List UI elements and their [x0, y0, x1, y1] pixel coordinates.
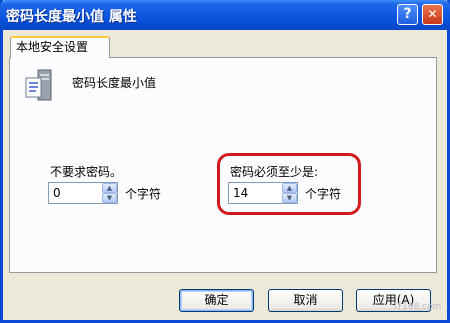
- window-title: 密码长度最小值 属性: [6, 9, 137, 25]
- no-password-label: 不要求密码。: [50, 165, 123, 179]
- no-password-spinner[interactable]: 0 ▲ ▼: [48, 182, 118, 204]
- watermark: IT168.com: [394, 302, 442, 312]
- policy-server-icon: [25, 69, 52, 101]
- close-icon[interactable]: ✕: [422, 4, 443, 25]
- no-password-value[interactable]: 0: [53, 186, 61, 200]
- spin-down-icon[interactable]: ▼: [102, 193, 117, 203]
- ok-button[interactable]: 确定: [179, 289, 254, 312]
- no-password-unit: 个字符: [125, 187, 162, 201]
- title-bar[interactable]: 密码长度最小值 属性 ? ✕: [0, 0, 450, 30]
- help-icon[interactable]: ?: [397, 4, 418, 25]
- tab-local-security-setting[interactable]: 本地安全设置: [10, 36, 110, 58]
- policy-name: 密码长度最小值: [72, 76, 157, 90]
- highlight-annotation: [217, 153, 361, 215]
- spin-up-icon[interactable]: ▲: [102, 183, 117, 193]
- cancel-button[interactable]: 取消: [268, 289, 343, 312]
